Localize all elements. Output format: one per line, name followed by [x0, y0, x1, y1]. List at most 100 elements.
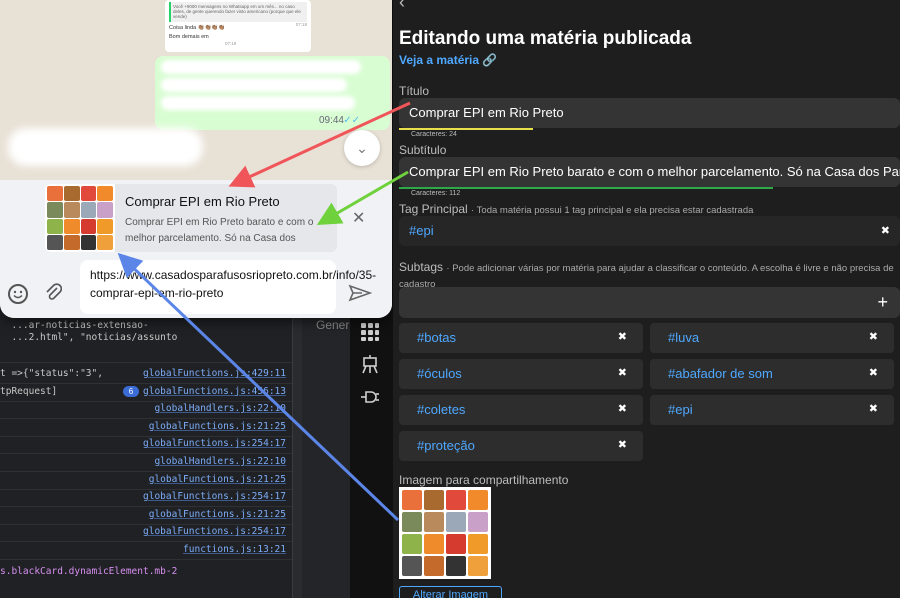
subtags-hint: · Pode adicionar várias por matéria para…: [399, 263, 894, 290]
easel-icon[interactable]: [359, 354, 381, 376]
subtag-label: #abafador de som: [668, 366, 773, 381]
devtools-sidebar-label: Gener: [316, 318, 350, 332]
subtag-chip: #coletes ✖: [399, 395, 643, 425]
redacted-text: [161, 96, 355, 110]
subtag-chip: #óculos ✖: [399, 359, 643, 389]
subtag-label: #proteção: [417, 438, 475, 453]
page-title: Editando uma matéria publicada: [399, 28, 692, 49]
title-length-bar: [399, 128, 533, 130]
remove-subtag-icon[interactable]: ✖: [618, 402, 627, 415]
source-link[interactable]: globalFunctions.js:21:25: [149, 421, 286, 432]
console-divider: [0, 453, 292, 455]
subtitle-label: Subtítulo: [399, 143, 447, 157]
subtitle-counter: Caracteres: 112: [411, 190, 461, 197]
quoted-message: Você +9000 mensagens no Whatsapp em um m…: [169, 2, 307, 22]
scroll-down-button[interactable]: ⌄: [344, 130, 380, 166]
message-input[interactable]: https://www.casadosparafusosriopreto.com…: [80, 260, 376, 314]
close-preview-icon[interactable]: ✕: [352, 208, 365, 228]
console-row-text: tpRequest]: [0, 385, 58, 397]
remove-subtag-icon[interactable]: ✖: [618, 330, 627, 343]
title-counter: Caracteres: 24: [411, 131, 457, 138]
console-divider: [0, 418, 292, 420]
add-subtag-icon[interactable]: +: [877, 287, 888, 317]
console-divider: [0, 435, 292, 437]
message-time: 07:19: [225, 41, 237, 46]
screenshot-root: ...ture , noticias/05 gula ...ar-noticia…: [0, 0, 900, 598]
whatsapp-window: Você +9000 mensagens no Whatsapp em um m…: [0, 0, 392, 318]
subtag-label: #luva: [668, 330, 700, 345]
main-tag-label: Tag Principal · Toda matéria possui 1 ta…: [399, 202, 753, 216]
subtag-chip: #epi ✖: [650, 395, 894, 425]
remove-subtag-icon[interactable]: ✖: [869, 366, 878, 379]
subtag-label: #coletes: [417, 402, 466, 417]
subtag-chip: #luva ✖: [650, 323, 894, 353]
console-divider: [0, 471, 292, 472]
subtitle-length-bar: [399, 187, 773, 189]
console-divider: [0, 400, 292, 402]
subtag-chip: #abafador de som ✖: [650, 359, 894, 389]
main-tag-label-text: Tag Principal: [399, 202, 468, 216]
plug-icon[interactable]: [359, 388, 381, 410]
message-bubble: Você +9000 mensagens no Whatsapp em um m…: [165, 0, 311, 52]
share-image-label: Imagem para compartilhamento: [399, 473, 569, 487]
remove-subtag-icon[interactable]: ✖: [869, 330, 878, 343]
devtools-sidebar: Gener: [302, 300, 350, 598]
console-divider: [0, 362, 292, 363]
devtools-divider[interactable]: [292, 300, 302, 598]
read-receipt-icon: ✓✓: [343, 115, 360, 126]
source-link[interactable]: globalFunctions.js:21:25: [149, 509, 286, 520]
change-image-button[interactable]: Alterar Imagem: [399, 586, 502, 598]
message-text: Bom demais em: [169, 34, 209, 40]
source-link[interactable]: globalFunctions.js:456:13: [143, 386, 286, 397]
grid-icon[interactable]: [359, 322, 381, 344]
article-editor: ‹ Editando uma matéria publicada Veja a …: [393, 0, 900, 598]
title-input[interactable]: Comprar EPI em Rio Preto: [399, 98, 900, 128]
console-divider: [0, 383, 292, 384]
remove-subtag-icon[interactable]: ✖: [618, 438, 627, 451]
redacted-text: [161, 60, 361, 74]
view-article-link[interactable]: Veja a matéria 🔗: [399, 53, 497, 67]
subtags-label-text: Subtags: [399, 260, 444, 274]
remove-subtag-icon[interactable]: ✖: [618, 366, 627, 379]
message-time: 07:18: [295, 22, 307, 27]
remove-tag-icon[interactable]: ✖: [881, 216, 890, 246]
subtag-chip: #proteção ✖: [399, 431, 643, 461]
main-tag-value: #epi: [409, 223, 434, 238]
source-link[interactable]: globalFunctions.js:429:11: [143, 368, 286, 379]
source-link[interactable]: globalHandlers.js:22:10: [154, 403, 286, 414]
source-link[interactable]: globalFunctions.js:254:17: [143, 526, 286, 537]
repeat-count-badge: 6: [123, 385, 139, 397]
console-log-line: ...2.html", "noticias/assunto: [0, 332, 178, 343]
redacted-message: [8, 128, 203, 166]
subtag-label: #óculos: [417, 366, 462, 381]
source-link[interactable]: globalFunctions.js:254:17: [143, 491, 286, 502]
link-preview: Comprar EPI em Rio Preto Comprar EPI em …: [45, 184, 337, 252]
source-link[interactable]: globalFunctions.js:254:17: [143, 438, 286, 449]
subtag-input[interactable]: +: [399, 287, 900, 318]
main-tag-input[interactable]: #epi ✖: [399, 216, 900, 246]
subtag-chip: #botas ✖: [399, 323, 643, 353]
chat-area: Você +9000 mensagens no Whatsapp em um m…: [0, 0, 392, 180]
subtitle-input[interactable]: Comprar EPI em Rio Preto barato e com o …: [399, 157, 900, 187]
console-divider: [0, 541, 292, 543]
console-log-line: ...ar-noticias-extensao-: [0, 320, 149, 331]
console-row-text: t =>{"status":"3",: [0, 368, 103, 379]
preview-thumbnail: [45, 184, 115, 252]
remove-subtag-icon[interactable]: ✖: [869, 402, 878, 415]
emoji-icon[interactable]: [8, 284, 28, 304]
preview-title: Comprar EPI em Rio Preto: [125, 194, 280, 209]
attach-icon[interactable]: [44, 282, 63, 307]
source-link[interactable]: globalHandlers.js:22:10: [154, 456, 286, 467]
message-text: Coisa linda 👏🏽👏🏽👏🏽👏🏽: [169, 25, 226, 31]
back-icon[interactable]: ‹: [399, 0, 405, 13]
source-link[interactable]: globalFunctions.js:21:25: [149, 474, 286, 485]
source-link[interactable]: functions.js:13:21: [183, 544, 286, 555]
console-selector: s.blackCard.dynamicElement.mb-2: [0, 566, 178, 577]
share-image: [399, 487, 491, 579]
send-icon[interactable]: [348, 284, 373, 302]
preview-description: Comprar EPI em Rio Preto barato e com o …: [125, 217, 314, 244]
title-label: Título: [399, 84, 430, 98]
outgoing-message: 09:44 ✓✓: [155, 56, 390, 130]
subtag-label: #botas: [417, 330, 457, 345]
console-divider: [0, 523, 292, 525]
